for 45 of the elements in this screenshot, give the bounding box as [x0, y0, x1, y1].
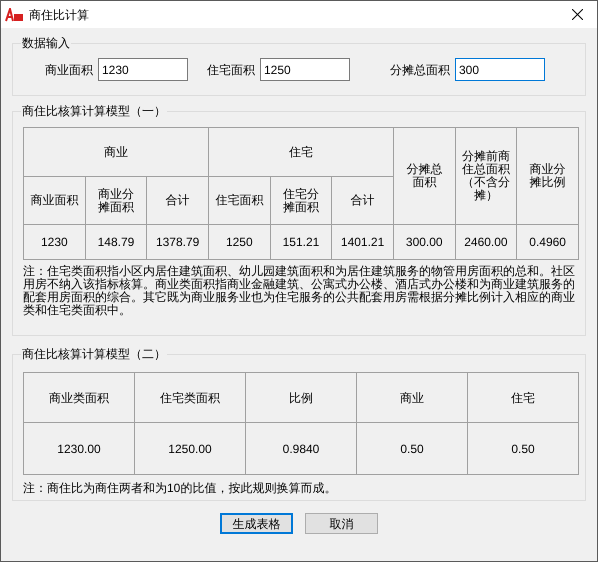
column-header: 住宅面积	[208, 176, 270, 224]
column-header: 分摊前商住总面积（不含分摊）	[455, 128, 517, 224]
table-cell: 148.79	[85, 224, 147, 260]
column-header: 分摊总面积	[393, 128, 456, 224]
table-cell: 300.00	[393, 224, 456, 260]
table-cell: 151.21	[270, 224, 332, 260]
group-title: 数据输入	[21, 35, 71, 51]
column-header: 商业分摊面积	[85, 176, 147, 224]
column-header: 合计	[146, 176, 208, 224]
note-text: 注：住宅类面积指小区内居住建筑面积、幼儿园建筑面积和为居住建筑服务的物管用房面积的总和。社区用房不纳入该指标核算。商业类面积指商业金融建筑、公寓式办公楼、酒店式办公楼和为商业建筑服务的配套用房面积的综合。其它既为商业服务业也为住宅服务的公共配套用房需根据分摊比例计入相应的商业类和住宅类面积中。	[23, 265, 576, 317]
table-cell: 1250.00	[134, 422, 246, 474]
column-header: 住宅分摊面积	[270, 176, 332, 224]
column-header: 比例	[246, 372, 356, 422]
input-field[interactable]: 300	[455, 58, 545, 81]
dialog-button[interactable]: 取消	[305, 513, 378, 534]
table-cell: 1378.79	[146, 224, 208, 260]
table-cell: 1230	[24, 224, 86, 260]
close-icon	[572, 9, 582, 20]
table-cell: 1230.00	[24, 422, 134, 474]
note-text: 注：商住比为商住两者和为10的比值，按此规则换算而成。	[23, 480, 338, 496]
column-group-header: 商业	[24, 128, 208, 176]
input-field[interactable]: 1230	[98, 58, 188, 81]
field-label: 住宅面积	[207, 62, 255, 78]
column-header: 商业类面积	[24, 372, 134, 422]
table-cell: 0.9840	[246, 422, 356, 474]
table-cell: 0.50	[468, 422, 578, 474]
group-title: 商住比核算计算模型（二）	[21, 346, 167, 362]
input-field[interactable]: 1250	[260, 58, 350, 81]
table-cell: 1401.21	[332, 224, 394, 260]
column-header: 商业分摊比例	[516, 128, 578, 224]
column-header: 商业面积	[24, 176, 86, 224]
window-title: 商住比计算	[29, 6, 89, 24]
field-label: 商业面积	[45, 62, 93, 78]
column-group-header: 住宅	[208, 128, 394, 176]
table-cell: 0.4960	[516, 224, 578, 260]
app-icon	[5, 8, 23, 22]
table-cell: 2460.00	[455, 224, 517, 260]
field-label: 分摊总面积	[390, 62, 450, 78]
column-header: 住宅类面积	[134, 372, 246, 422]
table-cell: 1250	[208, 224, 270, 260]
column-header: 住宅	[468, 372, 578, 422]
dialog-button[interactable]: 生成表格	[220, 513, 293, 534]
group-title: 商住比核算计算模型（一）	[21, 103, 167, 119]
table-cell: 0.50	[356, 422, 468, 474]
column-header: 商业	[356, 372, 468, 422]
